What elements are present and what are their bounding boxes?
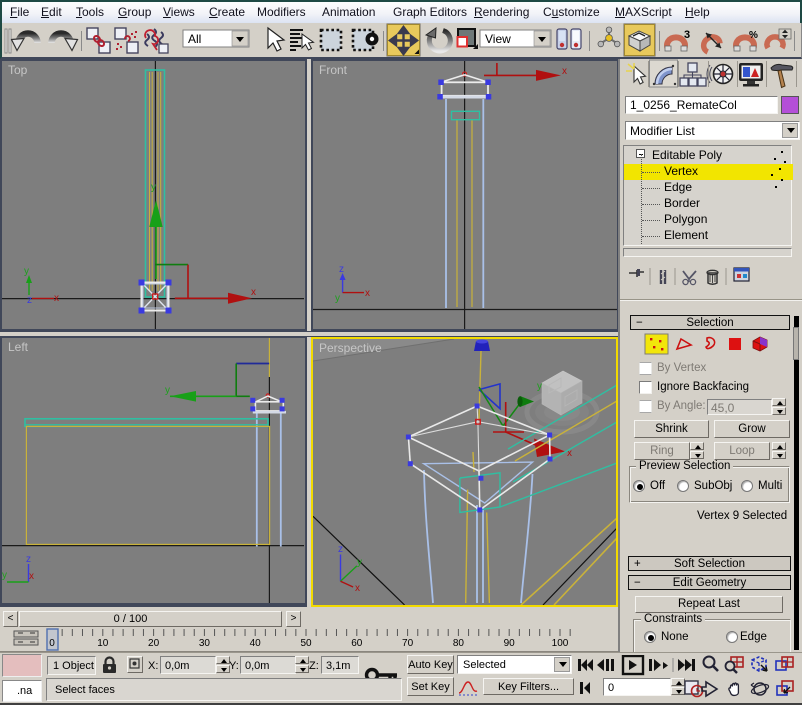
svg-text:z: z <box>339 264 344 275</box>
svg-text:y: y <box>24 266 29 277</box>
svg-text:%: % <box>749 30 758 41</box>
svg-text:y: y <box>2 570 7 581</box>
svg-text:y: y <box>165 385 170 396</box>
svg-text:x: x <box>562 66 567 77</box>
svg-text:All: All <box>188 32 201 46</box>
svg-text:View: View <box>485 32 511 46</box>
svg-text:x: x <box>54 293 59 304</box>
svg-text:z: z <box>26 554 31 565</box>
svg-text:y: y <box>357 557 362 568</box>
svg-text:x: x <box>251 287 256 298</box>
svg-text:y: y <box>537 381 542 392</box>
svg-text:x: x <box>365 288 370 299</box>
svg-text:y: y <box>151 182 156 193</box>
svg-text:x: x <box>29 571 34 582</box>
svg-text:x: x <box>355 583 360 594</box>
svg-text:y: y <box>335 293 340 304</box>
svg-text:z: z <box>338 544 343 555</box>
svg-text:3: 3 <box>684 29 690 41</box>
svg-text:z: z <box>27 295 32 306</box>
